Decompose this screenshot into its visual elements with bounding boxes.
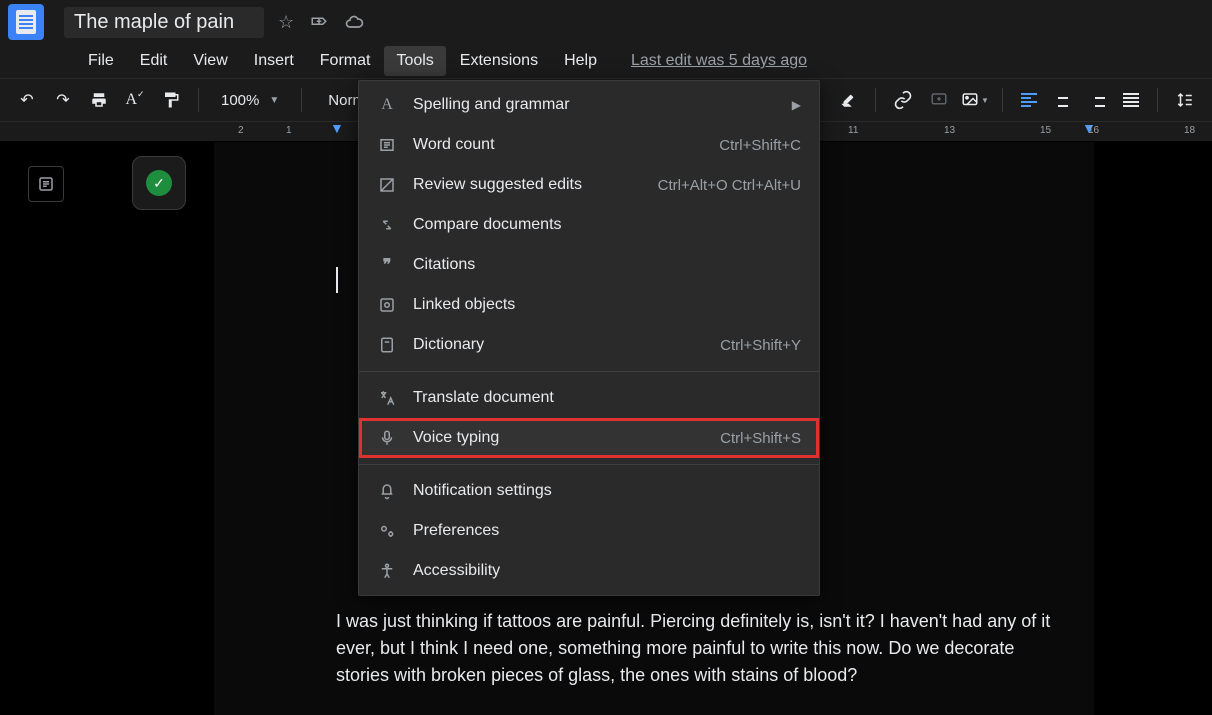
cloud-status-icon[interactable] (344, 12, 364, 32)
spellcheck-badge[interactable]: ✓ (132, 156, 186, 210)
paint-format-button[interactable] (156, 85, 186, 115)
dd-label: Accessibility (413, 562, 801, 580)
menu-word-count[interactable]: Word count Ctrl+Shift+C (359, 125, 819, 165)
ruler-tick: 15 (1040, 125, 1051, 136)
print-button[interactable] (84, 85, 114, 115)
show-outline-button[interactable] (28, 166, 64, 202)
microphone-icon (377, 428, 397, 448)
word-count-icon (377, 135, 397, 155)
compare-icon (377, 215, 397, 235)
redo-button[interactable]: ↷ (48, 85, 78, 115)
align-left-button[interactable] (1015, 86, 1043, 114)
indent-marker-icon[interactable]: ▼ (330, 120, 344, 136)
separator (359, 464, 819, 465)
menu-spelling-grammar[interactable]: A Spelling and grammar ▶ (359, 85, 819, 125)
menu-insert[interactable]: Insert (242, 46, 306, 76)
tools-menu-dropdown: A Spelling and grammar ▶ Word count Ctrl… (358, 80, 820, 596)
menu-translate-document[interactable]: Translate document (359, 378, 819, 418)
bell-icon (377, 481, 397, 501)
menu-dictionary[interactable]: Dictionary Ctrl+Shift+Y (359, 325, 819, 365)
dd-label: Linked objects (413, 296, 801, 314)
align-justify-button[interactable] (1117, 86, 1145, 114)
chevron-down-icon: ▼ (269, 95, 279, 106)
menu-file[interactable]: File (76, 46, 126, 76)
docs-logo-icon[interactable] (8, 4, 44, 40)
dictionary-icon (377, 335, 397, 355)
move-icon[interactable] (310, 13, 328, 31)
translate-icon (377, 388, 397, 408)
menubar: File Edit View Insert Format Tools Exten… (0, 44, 1212, 78)
highlight-button[interactable] (833, 85, 863, 115)
dd-label: Word count (413, 136, 703, 154)
dd-label: Preferences (413, 522, 801, 540)
spellcheck-icon: A (377, 95, 397, 115)
dd-label: Citations (413, 256, 801, 274)
menu-format[interactable]: Format (308, 46, 383, 76)
dd-label: Dictionary (413, 336, 704, 354)
separator (1002, 88, 1003, 112)
menu-review-suggested[interactable]: Review suggested edits Ctrl+Alt+O Ctrl+A… (359, 165, 819, 205)
add-comment-button[interactable] (924, 85, 954, 115)
separator (359, 371, 819, 372)
ruler-tick: 18 (1184, 125, 1195, 136)
menu-edit[interactable]: Edit (128, 46, 180, 76)
ruler-tick: 11 (848, 125, 858, 136)
separator (198, 88, 199, 112)
dd-shortcut: Ctrl+Alt+O Ctrl+Alt+U (658, 177, 801, 194)
insert-image-button[interactable]: ▼ (960, 85, 990, 115)
separator (1157, 88, 1158, 112)
menu-linked-objects[interactable]: Linked objects (359, 285, 819, 325)
separator (875, 88, 876, 112)
menu-extensions[interactable]: Extensions (448, 46, 550, 76)
check-icon: ✓ (146, 170, 172, 196)
zoom-value: 100% (221, 92, 259, 109)
citations-icon: ❞ (377, 255, 397, 275)
accessibility-icon (377, 561, 397, 581)
ruler-tick: 16 (1088, 125, 1099, 136)
chevron-down-icon: ▼ (981, 96, 989, 105)
submenu-arrow-icon: ▶ (792, 98, 801, 112)
undo-button[interactable]: ↶ (12, 85, 42, 115)
line-spacing-button[interactable] (1170, 85, 1200, 115)
menu-notification-settings[interactable]: Notification settings (359, 471, 819, 511)
menu-compare-documents[interactable]: Compare documents (359, 205, 819, 245)
menu-preferences[interactable]: Preferences (359, 511, 819, 551)
spellcheck-button[interactable]: A✓ (120, 85, 150, 115)
dd-shortcut: Ctrl+Shift+Y (720, 337, 801, 354)
ruler-tick: 1 (286, 125, 292, 136)
document-title-input[interactable] (64, 7, 264, 38)
last-edit-link[interactable]: Last edit was 5 days ago (631, 52, 807, 70)
dd-label: Translate document (413, 389, 801, 407)
dd-label: Voice typing (413, 429, 704, 447)
dd-label: Notification settings (413, 482, 801, 500)
review-icon (377, 175, 397, 195)
menu-citations[interactable]: ❞ Citations (359, 245, 819, 285)
dd-label: Review suggested edits (413, 176, 642, 194)
align-right-button[interactable] (1083, 86, 1111, 114)
ruler-tick: 2 (238, 125, 244, 136)
star-icon[interactable]: ☆ (278, 12, 294, 33)
menu-help[interactable]: Help (552, 46, 609, 76)
text-cursor (336, 267, 338, 293)
menu-view[interactable]: View (181, 46, 239, 76)
titlebar: ☆ (0, 0, 1212, 44)
dd-shortcut: Ctrl+Shift+C (719, 137, 801, 154)
separator (301, 88, 302, 112)
body-text[interactable]: I was just thinking if tattoos are painf… (336, 608, 1054, 689)
linked-objects-icon (377, 295, 397, 315)
ruler-tick: 13 (944, 125, 955, 136)
menu-accessibility[interactable]: Accessibility (359, 551, 819, 591)
align-center-button[interactable] (1049, 86, 1077, 114)
preferences-icon (377, 521, 397, 541)
menu-tools[interactable]: Tools (384, 46, 445, 76)
menu-voice-typing[interactable]: Voice typing Ctrl+Shift+S (359, 418, 819, 458)
dd-label: Compare documents (413, 216, 801, 234)
dd-label: Spelling and grammar (413, 96, 776, 114)
zoom-select[interactable]: 100% ▼ (211, 92, 289, 109)
insert-link-button[interactable] (888, 85, 918, 115)
dd-shortcut: Ctrl+Shift+S (720, 430, 801, 447)
